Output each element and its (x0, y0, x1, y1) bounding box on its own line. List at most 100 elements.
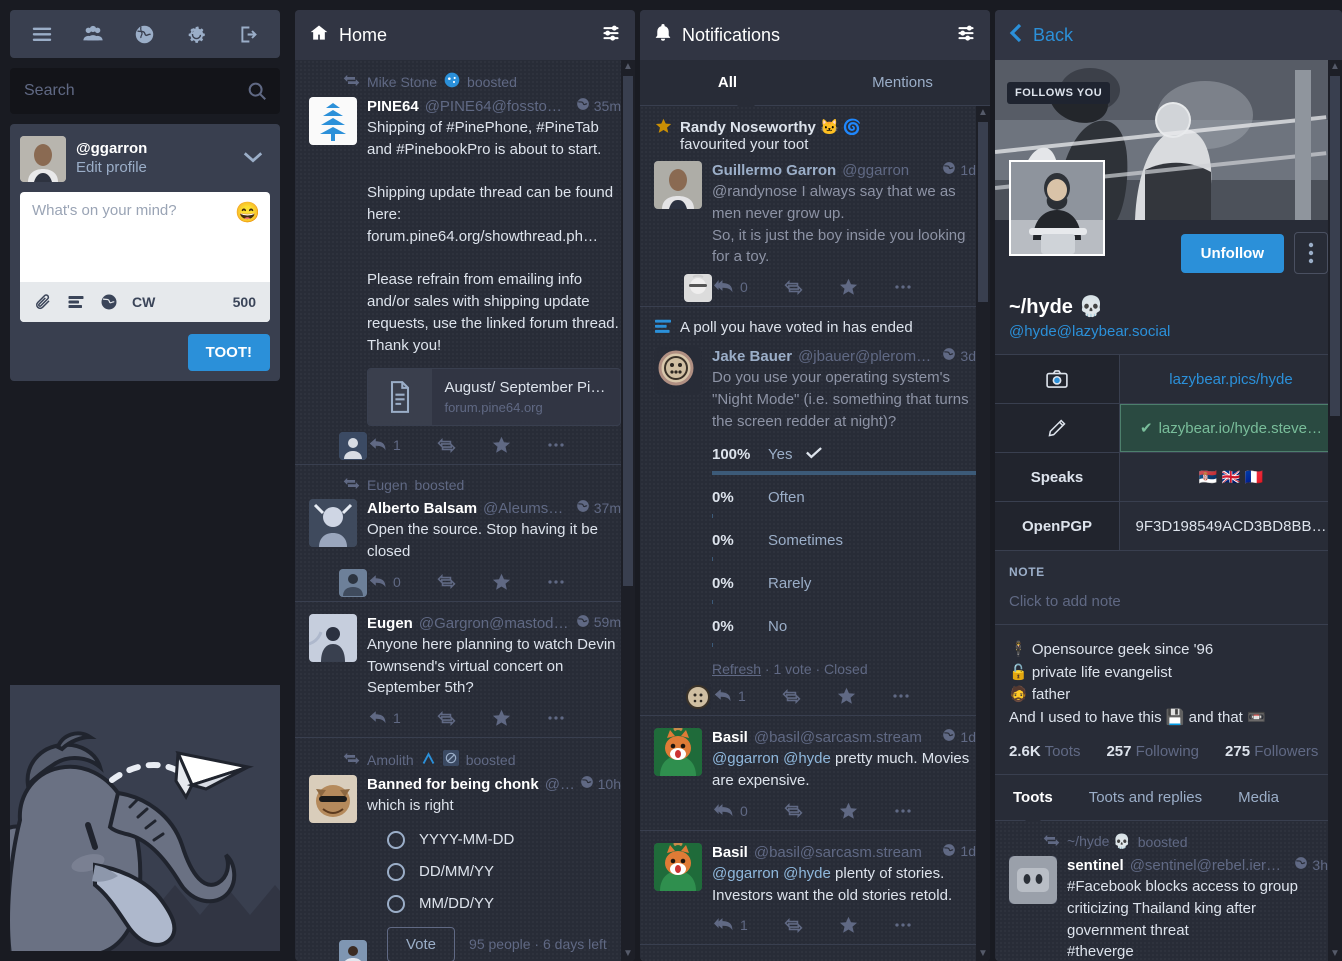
search-icon[interactable] (246, 80, 268, 107)
poll-choice[interactable]: DD/MM/YY (387, 862, 621, 881)
notification-item[interactable]: Basil @basil@sarcasm.stream 1d @ggarron … (640, 831, 990, 946)
favourite-button[interactable] (492, 709, 511, 727)
unfollow-button[interactable]: Unfollow (1180, 233, 1284, 273)
status-item[interactable]: Eugen boosted Alberto Balsam @Aleums@ 37… (295, 465, 635, 602)
scrollbar-thumb[interactable] (1330, 76, 1340, 416)
scroll-down-arrow-icon[interactable]: ▼ (1330, 947, 1340, 961)
notification-item[interactable]: Basil @basil@sarcasm.stream 1d @ggarron … (640, 716, 990, 831)
profile-scroll[interactable]: FOLLOWS YOU Unfollow ~/hyde 💀 @hyde@lazy… (995, 60, 1342, 961)
scrollbar-thumb[interactable] (623, 76, 633, 586)
avatar[interactable] (309, 499, 357, 548)
boost-button[interactable] (437, 437, 456, 453)
boost-button[interactable] (437, 574, 456, 590)
compose-textarea[interactable]: What's on your mind? 😄 (20, 192, 270, 282)
globe-icon[interactable] (100, 293, 118, 311)
cw-button[interactable]: CW (132, 294, 155, 310)
radio-icon[interactable] (387, 862, 405, 881)
booster-name[interactable]: Amolith (367, 752, 414, 768)
chevron-down-icon[interactable] (242, 150, 270, 169)
avatar[interactable] (654, 842, 702, 891)
radio-icon[interactable] (387, 830, 405, 849)
booster-name[interactable]: Eugen (367, 477, 407, 493)
logout-icon[interactable] (231, 17, 265, 51)
reply-button[interactable]: 1 (369, 710, 401, 726)
notifications-scrollbar[interactable]: ▲ ▼ (976, 106, 990, 961)
community-icon[interactable] (76, 17, 110, 51)
vertical-dots-icon[interactable] (1294, 232, 1328, 274)
boost-button[interactable] (782, 688, 801, 704)
display-name[interactable]: PINE64 (367, 98, 419, 115)
notifier-name[interactable]: Randy Noseworthy 🐱 🌀 (680, 119, 862, 136)
favourite-button[interactable] (492, 436, 511, 454)
notification-item[interactable]: A poll you have voted in has ended Jake … (640, 307, 990, 717)
display-name[interactable]: sentinel (1067, 857, 1124, 874)
scroll-up-arrow-icon[interactable]: ▲ (1330, 60, 1340, 74)
status-item[interactable]: Mike Stone boosted PINE64 @PINE64@fossto… (295, 60, 635, 466)
home-scrollbar[interactable]: ▲ ▼ (621, 60, 635, 961)
counter-toots[interactable]: 2.6K Toots (1009, 743, 1080, 760)
paperclip-icon[interactable] (34, 293, 52, 311)
profile-scrollbar[interactable]: ▲ ▼ (1328, 60, 1342, 961)
status-item[interactable]: ~/hyde 💀 boosted sentinel @sentinel@rebe… (995, 821, 1342, 961)
account-row[interactable]: @ggarron Edit profile (20, 134, 270, 192)
avatar[interactable] (654, 161, 702, 209)
scroll-down-arrow-icon[interactable]: ▼ (978, 947, 988, 961)
smiling-emoji-icon[interactable]: 😄 (235, 200, 260, 225)
favourite-button[interactable] (839, 278, 858, 296)
reply-all-button[interactable]: 0 (714, 803, 748, 819)
boost-button[interactable] (784, 803, 803, 819)
avatar[interactable] (654, 728, 702, 777)
home-timeline[interactable]: Mike Stone boosted PINE64 @PINE64@fossto… (295, 60, 635, 961)
edit-profile-link[interactable]: Edit profile (76, 159, 232, 178)
more-button[interactable] (547, 715, 565, 721)
avatar[interactable] (654, 347, 702, 395)
profile-note-section[interactable]: NOTE Click to add note (995, 551, 1342, 625)
reply-all-button[interactable]: 1 (714, 917, 748, 933)
reply-button[interactable]: 0 (369, 574, 401, 590)
search-input[interactable] (10, 68, 280, 114)
status-item[interactable]: Eugen @Gargron@mastodon… 59m Anyone here… (295, 602, 635, 738)
poll-choice[interactable]: YYYY-MM-DD (387, 830, 621, 849)
hamburger-menu-icon[interactable] (25, 17, 59, 51)
favourite-button[interactable] (837, 687, 856, 705)
reply-button[interactable]: 1 (369, 437, 401, 453)
more-button[interactable] (894, 922, 912, 928)
more-button[interactable] (894, 808, 912, 814)
tab-toots[interactable]: Toots (995, 775, 1071, 821)
tab-media[interactable]: Media (1220, 775, 1297, 820)
profile-field-value-verified[interactable]: ✔ lazybear.io/hyde.steve… (1120, 404, 1342, 452)
more-button[interactable] (892, 693, 910, 699)
scroll-up-arrow-icon[interactable]: ▲ (623, 60, 633, 74)
counter-following[interactable]: 257 Following (1106, 743, 1199, 760)
back-button[interactable]: Back (995, 10, 1342, 60)
scrollbar-thumb[interactable] (978, 122, 988, 302)
scroll-down-arrow-icon[interactable]: ▼ (623, 947, 633, 961)
link-preview-card[interactable]: August/ September Pine… forum.pine64.org (367, 368, 621, 427)
reply-button[interactable]: 1 (714, 688, 746, 704)
avatar[interactable] (309, 613, 357, 662)
display-name[interactable]: Banned for being chonk (367, 776, 539, 793)
booster-name[interactable]: ~/hyde 💀 (1067, 833, 1131, 850)
reply-all-button[interactable]: 0 (714, 279, 748, 295)
booster-name[interactable]: Mike Stone (367, 74, 437, 90)
display-name[interactable]: Basil (712, 844, 748, 861)
note-placeholder[interactable]: Click to add note (1009, 593, 1328, 610)
notification-item[interactable]: Randy Noseworthy 🐱 🌀 favourited your too… (640, 106, 990, 307)
globe-icon[interactable] (128, 17, 162, 51)
profile-field-value[interactable]: lazybear.pics/hyde (1120, 355, 1342, 403)
favourite-button[interactable] (839, 802, 858, 820)
poll-icon[interactable] (66, 293, 86, 311)
gear-icon[interactable] (180, 17, 214, 51)
favourite-button[interactable] (492, 573, 511, 591)
avatar[interactable] (309, 775, 357, 823)
boost-button[interactable] (784, 917, 803, 933)
poll-refresh-link[interactable]: Refresh (712, 661, 761, 677)
toot-button[interactable]: TOOT! (187, 334, 270, 371)
profile-avatar[interactable] (1009, 160, 1105, 256)
favourite-button[interactable] (839, 916, 858, 934)
tab-all[interactable]: All (640, 60, 815, 106)
boost-button[interactable] (784, 279, 803, 295)
sliders-icon[interactable] (601, 23, 621, 48)
scroll-up-arrow-icon[interactable]: ▲ (978, 106, 988, 120)
display-name[interactable]: Basil (712, 729, 748, 746)
